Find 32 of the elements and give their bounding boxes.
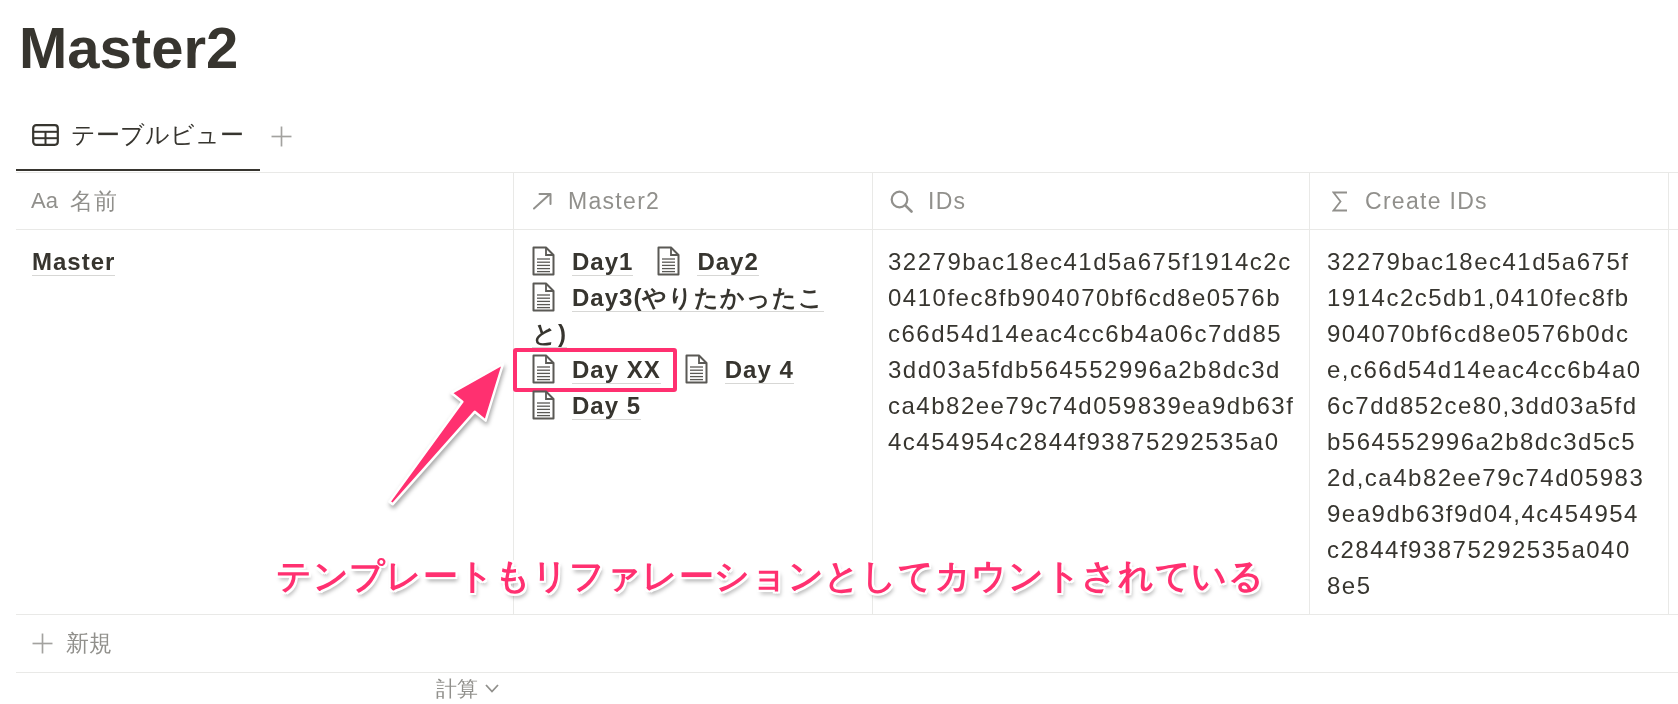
sigma-icon xyxy=(1332,190,1348,212)
formula-value: 32279bac18ec41d5a675f 1914c2c5db1,0410fec8fb 904070bf6cd8e0576b0dc e,c66d54d14eac4cc6b4a0 6c7dd852ce80,3dd03a5fd b564552996a2b8dc3d5c5 2d,ca4b82ee79c74d05983 9ea9db63f9d04,4c454954 c2844f93875292535a040 8e5 xyxy=(1327,247,1646,601)
annotation-text: テンプレートもリファレーションとしてカウントされている xyxy=(276,555,1265,597)
table-icon xyxy=(32,123,59,146)
id-value: c66d54d14eac4cc6b4a06c7dd85 xyxy=(888,319,1284,349)
id-value: 4c454954c2844f93875292535a0 xyxy=(888,427,1281,457)
page-title-link[interactable]: Master xyxy=(32,248,116,276)
relation-link[interactable]: Day1 xyxy=(532,244,634,280)
id-value: ca4b82ee79c74d059839ea9db63f xyxy=(888,391,1296,421)
page-title: Master2 xyxy=(19,14,239,82)
arrow-up-right-icon xyxy=(532,192,553,210)
relation-link[interactable]: Day 5 xyxy=(532,388,642,424)
id-value: 3dd03a5fdb564552996a2b8dc3d xyxy=(888,355,1282,385)
plus-icon xyxy=(32,633,53,654)
plus-icon xyxy=(271,126,292,147)
view-tab[interactable]: テーブルビュー xyxy=(16,121,260,171)
id-value: 32279bac18ec41d5a675f1914c2c xyxy=(888,247,1293,277)
type-mark: Aa xyxy=(31,188,58,214)
relation-link[interactable]: Day2 xyxy=(657,244,759,280)
page-icon xyxy=(532,390,555,420)
relation-link[interactable]: Day XX xyxy=(532,352,661,388)
page-icon xyxy=(532,354,555,384)
search-icon xyxy=(890,189,913,213)
page-icon xyxy=(532,282,555,312)
chevron-down-icon xyxy=(485,684,499,693)
relation-link[interactable]: Day 4 xyxy=(684,352,794,388)
id-value: 0410fec8fb904070bf6cd8e0576b xyxy=(888,283,1282,313)
page-icon xyxy=(532,246,555,276)
page-icon xyxy=(684,354,708,384)
page-icon xyxy=(657,246,681,276)
add-view-button[interactable] xyxy=(271,126,292,147)
relation-link[interactable]: Day3(やりたかったこと) xyxy=(532,280,832,352)
